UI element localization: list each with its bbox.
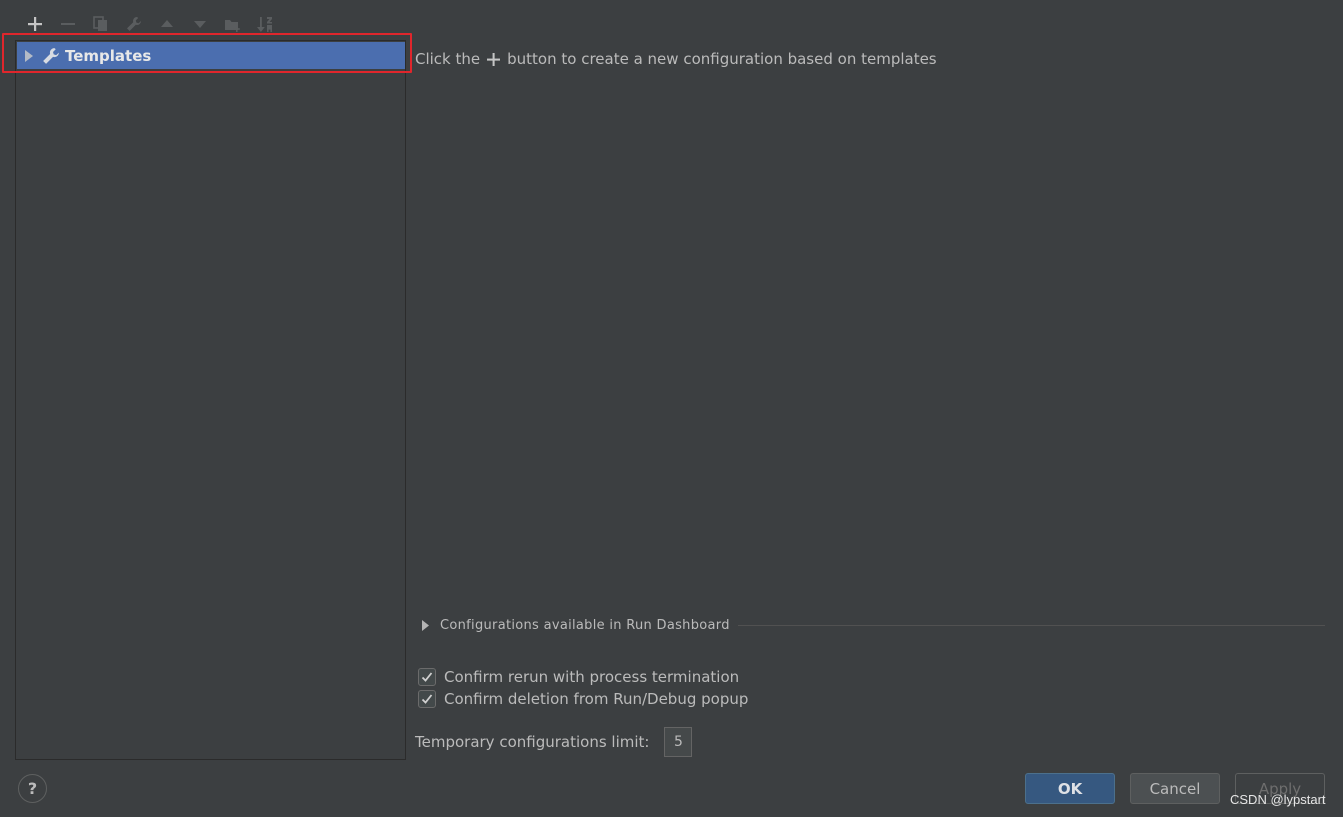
hint-prefix: Click the [415, 50, 481, 68]
confirm-rerun-option[interactable]: Confirm rerun with process termination [418, 666, 739, 688]
add-button[interactable] [18, 12, 51, 36]
temporary-limit-label: Temporary configurations limit: [415, 733, 650, 751]
confirm-rerun-checkbox[interactable] [418, 668, 436, 686]
confirm-rerun-label: Confirm rerun with process termination [444, 668, 740, 686]
remove-icon [60, 23, 75, 25]
copy-icon [93, 16, 107, 31]
expand-arrow-icon[interactable] [418, 618, 432, 632]
edit-templates-button[interactable] [117, 12, 150, 36]
toolbar [18, 12, 282, 36]
run-dashboard-label: Configurations available in Run Dashboar… [440, 617, 730, 633]
temporary-limit-input[interactable]: 5 [664, 727, 693, 757]
confirm-deletion-checkbox[interactable] [418, 690, 436, 708]
move-down-button[interactable] [183, 12, 216, 36]
new-folder-icon [225, 19, 240, 32]
sort-alphabetically-icon [257, 16, 272, 32]
hint-suffix: button to create a new configuration bas… [507, 50, 937, 68]
copy-button[interactable] [84, 12, 117, 36]
temporary-limit-row: Temporary configurations limit: 5 [415, 726, 693, 758]
tree-item-templates[interactable]: Templates [17, 42, 405, 69]
tree-item-label: Templates [65, 46, 152, 65]
checkmark-icon [421, 672, 433, 682]
move-up-button[interactable] [150, 12, 183, 36]
expand-arrow-icon[interactable] [22, 49, 36, 63]
add-icon [487, 52, 501, 66]
move-down-icon [193, 21, 206, 28]
run-debug-configurations-dialog: Templates Click the button to create a n… [0, 0, 1343, 817]
empty-state-hint: Click the button to create a new configu… [415, 48, 937, 70]
configurations-tree[interactable]: Templates [15, 40, 406, 760]
help-button[interactable]: ? [18, 774, 47, 803]
cancel-button[interactable]: Cancel [1130, 773, 1220, 804]
watermark: CSDN @lypstart [1230, 792, 1326, 807]
confirm-deletion-label: Confirm deletion from Run/Debug popup [444, 690, 749, 708]
checkmark-icon [421, 694, 433, 704]
confirm-deletion-option[interactable]: Confirm deletion from Run/Debug popup [418, 688, 748, 710]
sort-button[interactable] [249, 12, 282, 36]
move-up-icon [160, 20, 173, 27]
wrench-icon [42, 47, 60, 65]
section-divider [737, 624, 1325, 626]
remove-button[interactable] [51, 12, 84, 36]
run-dashboard-section[interactable]: Configurations available in Run Dashboar… [418, 614, 1325, 636]
add-icon [27, 17, 42, 31]
wrench-icon [126, 17, 141, 31]
ok-button[interactable]: OK [1025, 773, 1115, 804]
new-folder-button[interactable] [216, 12, 249, 36]
